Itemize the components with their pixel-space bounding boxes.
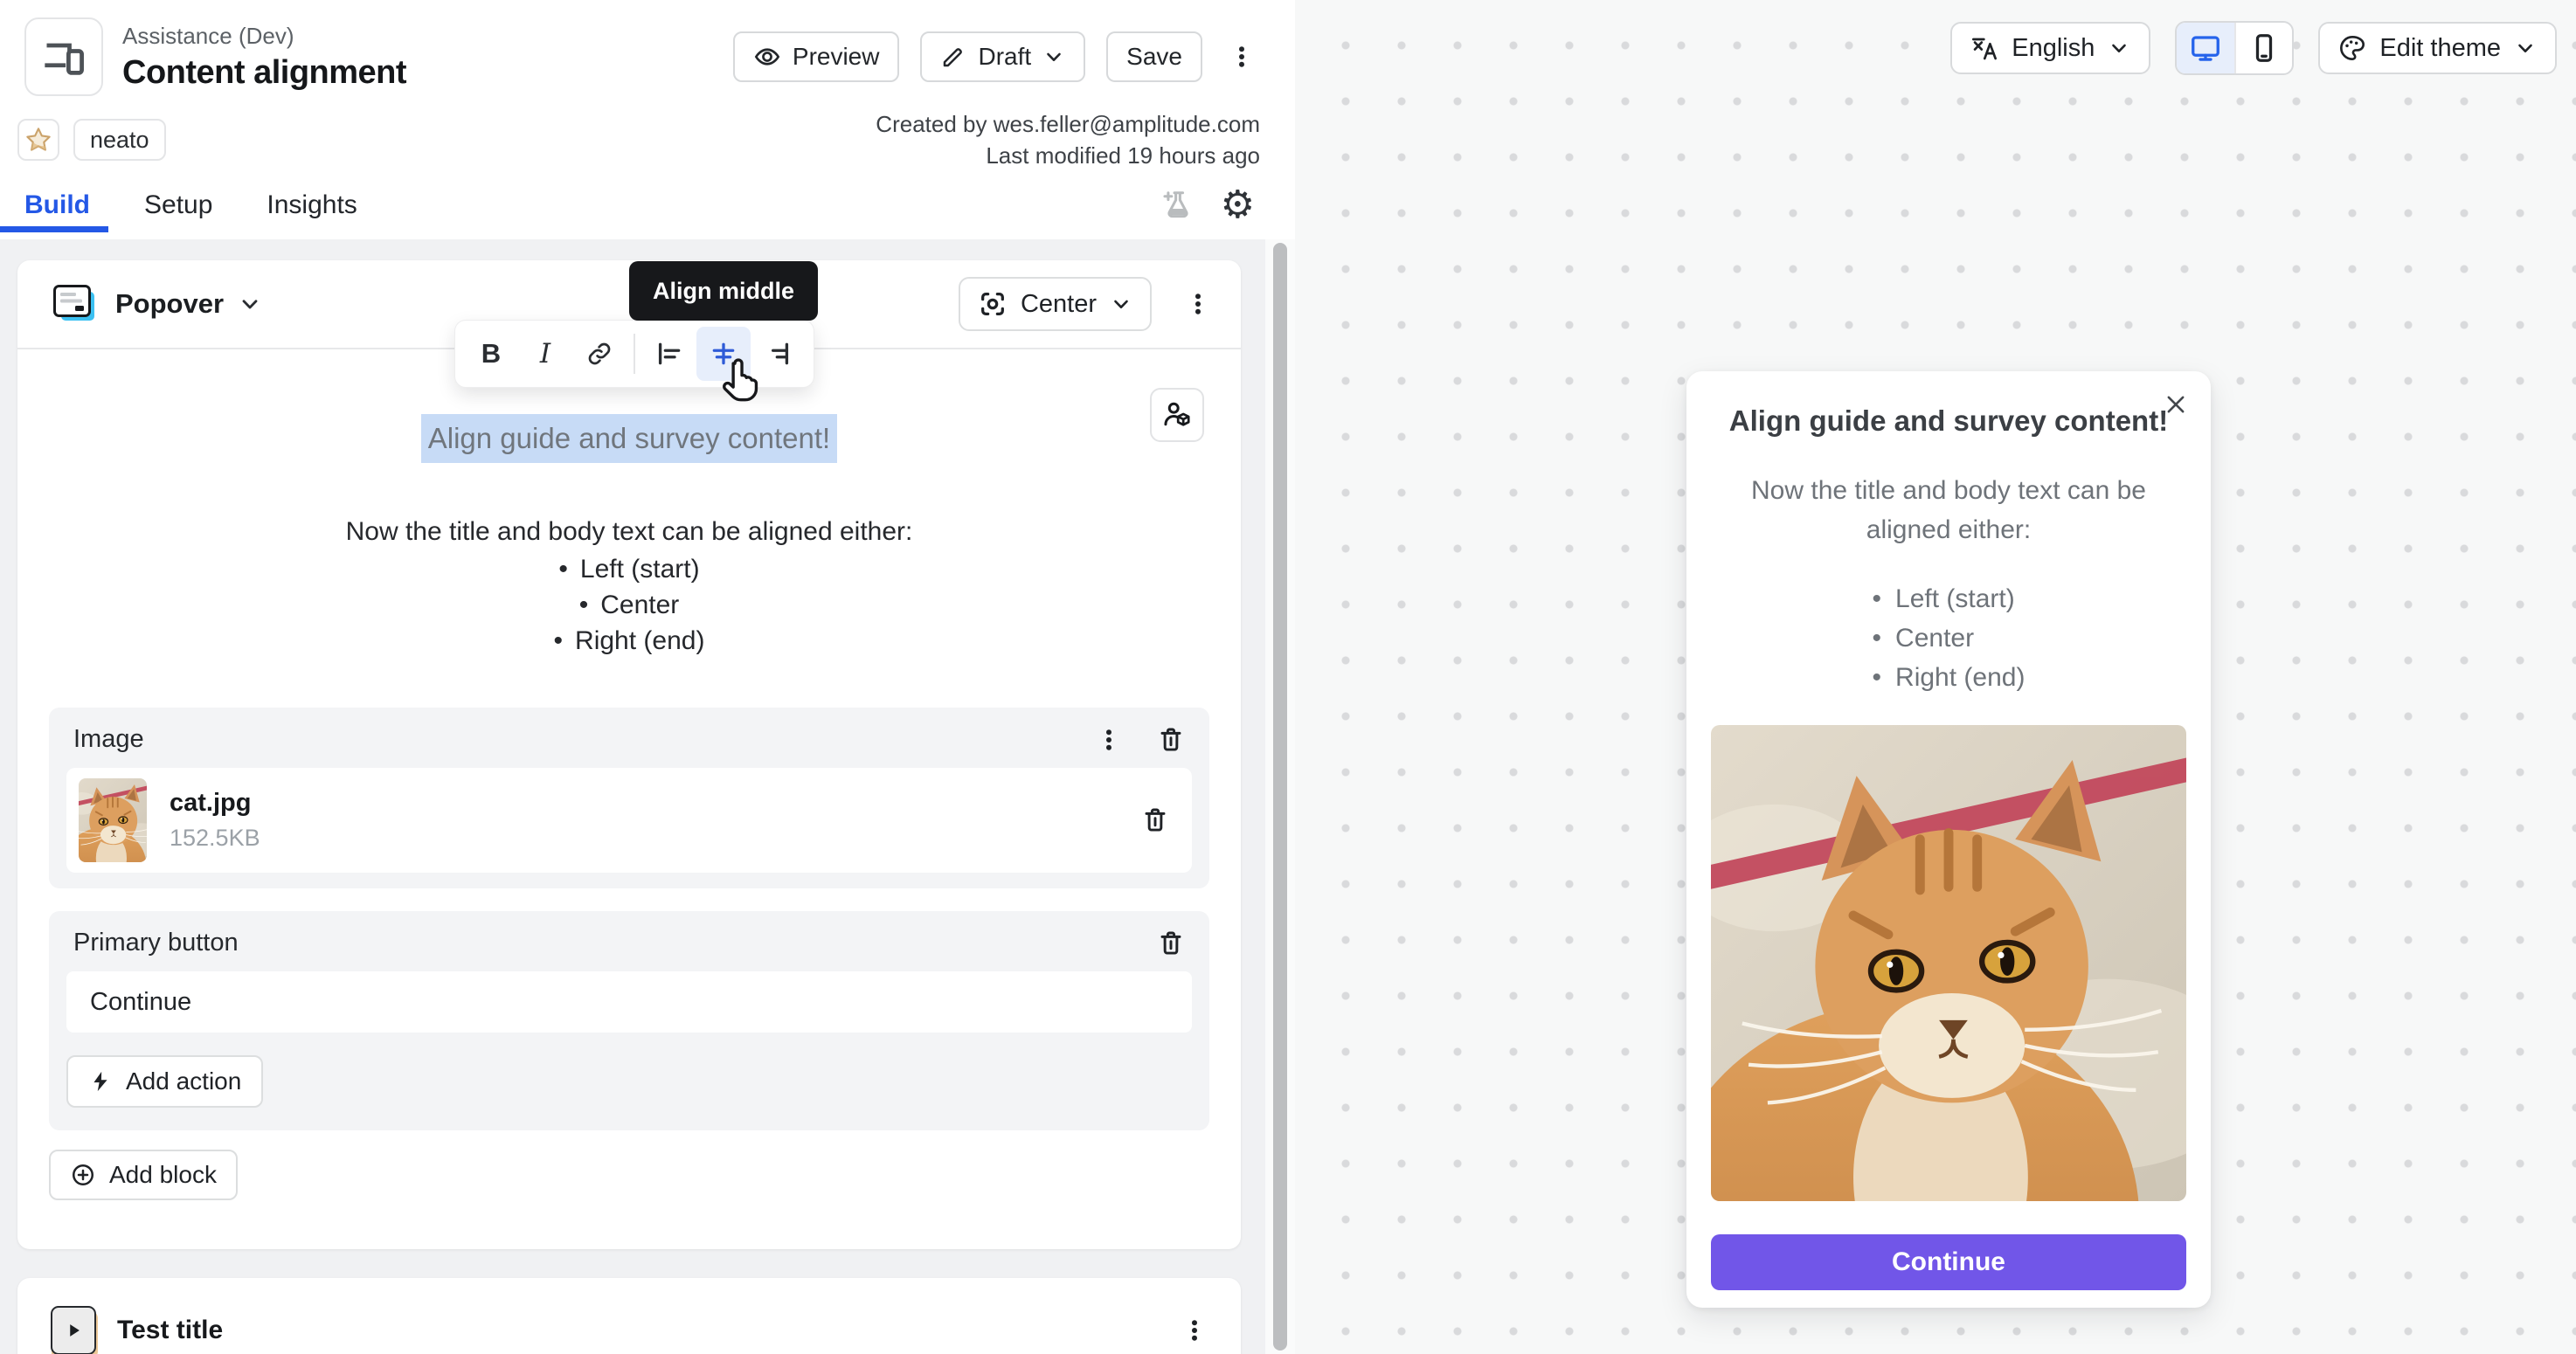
chevron-down-icon [2514,37,2537,59]
pencil-icon [940,44,966,70]
lightning-icon [88,1069,113,1094]
favorite-button[interactable] [17,119,59,161]
meta-row: neato Created by wes.feller@amplitude.co… [0,119,1295,161]
editor-panel: Assistance (Dev) Content alignment Previ… [0,0,1295,1354]
draft-status-dropdown[interactable]: Draft [920,31,1085,82]
preview-title: Align guide and survey content! [1711,404,2186,438]
image-thumbnail [79,778,147,862]
translate-icon [1970,34,1998,62]
app-window: Assistance (Dev) Content alignment Previ… [0,0,2576,1354]
file-name: cat.jpg [170,789,260,818]
italic-button[interactable]: I [518,327,572,381]
align-left-button[interactable] [642,327,696,381]
play-icon [60,1317,87,1344]
device-toggle [2175,21,2294,75]
canvas-scrollbar-thumb[interactable] [1273,243,1287,1351]
close-icon[interactable] [2164,392,2188,417]
personalize-button[interactable] [1150,388,1204,442]
mobile-view-toggle[interactable] [2234,23,2292,73]
list-item: •Left (start) [1873,579,2025,618]
step-title: Test title [117,1316,223,1345]
list-item: •Right (end) [1873,658,2025,697]
desktop-view-toggle[interactable] [2177,23,2234,73]
popover-block-card: Popover Center Align middle B I [17,260,1241,1249]
gear-icon[interactable]: ⚙ [1221,186,1255,225]
guide-type-icon-box [24,17,103,96]
preview-body-text: Now the title and body text can be align… [1711,471,2186,549]
plus-circle-icon [70,1162,96,1188]
guide-title-input[interactable]: Align guide and survey content! [421,414,837,463]
preview-controls: English Edit theme [1950,21,2557,75]
tag-chip[interactable]: neato [73,119,166,161]
editor-header: Assistance (Dev) Content alignment Previ… [0,0,1295,96]
button-text-input[interactable]: Continue [66,971,1192,1033]
list-item: •Right (end) [17,623,1241,659]
last-modified-text: Last modified 19 hours ago [876,140,1260,171]
star-icon [24,126,52,154]
toolbar-divider [634,334,635,374]
tabs-bar: Build Setup Insights ⚙ [0,178,1295,232]
devices-icon [41,34,87,79]
primary-button-block: Primary button Continue Add action [49,911,1209,1130]
tab-build[interactable]: Build [24,190,90,220]
list-item: •Center [17,587,1241,623]
active-tab-underline [0,226,108,232]
test-title-block-card[interactable]: Test title [17,1278,1241,1354]
file-size: 152.5KB [170,825,260,852]
created-by-text: Created by wes.feller@amplitude.com [876,108,1260,140]
link-button[interactable] [572,327,627,381]
edit-theme-button[interactable]: Edit theme [2318,22,2557,74]
preview-continue-button[interactable]: Continue [1711,1234,2186,1290]
preview-panel: English Edit theme Align guide and surve… [1295,0,2576,1354]
image-file-row: cat.jpg 152.5KB [66,768,1192,873]
preview-cat-image [1711,725,2186,1201]
chevron-down-icon[interactable] [238,292,262,316]
list-item: •Left (start) [17,551,1241,587]
guide-body-text[interactable]: Now the title and body text can be align… [17,514,1241,659]
phone-icon [2248,32,2280,64]
popover-preview-card: Align guide and survey content! Now the … [1686,371,2211,1308]
eye-icon [753,43,781,71]
remove-file-button[interactable] [1141,806,1169,834]
list-item: •Center [1873,618,2025,658]
hand-cursor-icon [717,356,764,404]
add-action-button[interactable]: Add action [66,1055,263,1108]
monitor-icon [2190,32,2221,64]
image-block: Image cat.jpg 15 [49,708,1209,888]
kebab-icon [1229,44,1255,70]
image-block-trash-icon[interactable] [1157,726,1185,754]
bold-button[interactable]: B [464,327,518,381]
block-type-label: Popover [115,288,224,320]
body-bullet-list: •Left (start) •Center •Right (end) [17,551,1241,659]
tooltip-step-icon-box [51,1306,96,1354]
preview-button[interactable]: Preview [733,31,900,82]
popover-editor: Align middle B I Align guide and survey … [17,349,1241,1249]
save-button[interactable]: Save [1106,31,1202,82]
primary-button-trash-icon[interactable] [1157,929,1185,957]
palette-icon [2338,34,2366,62]
tab-setup[interactable]: Setup [144,190,212,220]
image-block-label: Image [73,725,144,754]
language-dropdown[interactable]: English [1950,22,2150,74]
popover-type-icon [52,284,98,324]
image-block-more-menu[interactable] [1096,727,1122,753]
test-title-more-menu[interactable] [1181,1317,1208,1344]
position-dropdown[interactable]: Center [959,277,1152,331]
popover-more-menu[interactable] [1185,291,1211,317]
person-cube-icon [1161,399,1193,431]
chevron-down-icon [2108,37,2130,59]
preview-bullet-list: •Left (start) •Center •Right (end) [1873,579,2025,697]
header-more-menu[interactable] [1223,31,1260,82]
center-position-icon [978,289,1008,319]
primary-button-label: Primary button [73,929,239,957]
align-middle-tooltip: Align middle [629,261,818,321]
experiment-flask-icon[interactable] [1161,189,1195,222]
build-canvas: Popover Center Align middle B I [0,239,1295,1354]
chevron-down-icon [1042,45,1065,68]
page-title: Content alignment [122,54,406,92]
tab-insights[interactable]: Insights [267,190,357,220]
app-label: Assistance (Dev) [122,23,406,50]
chevron-down-icon [1110,293,1132,315]
add-block-button[interactable]: Add block [49,1150,238,1200]
